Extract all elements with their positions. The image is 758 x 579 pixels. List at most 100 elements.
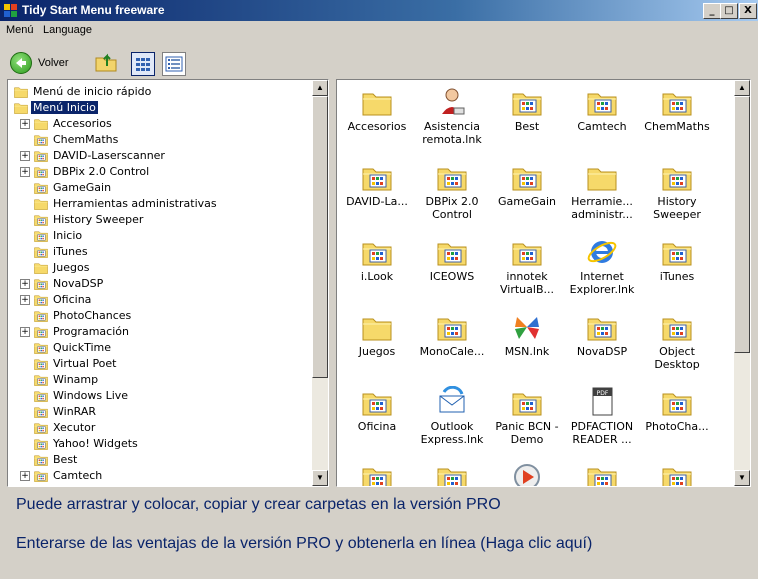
- icon-tile[interactable]: MonoCale...: [414, 307, 490, 382]
- tree-item-label: Menú de inicio rápido: [33, 85, 152, 98]
- icon-tile[interactable]: PDF PDFACTION READER ...: [564, 382, 640, 457]
- program-folder-icon: [512, 393, 542, 416]
- icon-tile-label: Best: [514, 120, 540, 133]
- icon-tile-label: History Sweeper: [653, 195, 701, 221]
- icon-tile[interactable]: ICEOWS: [414, 232, 490, 307]
- program-folder-icon: [587, 318, 617, 341]
- icon-tile[interactable]: iTunes: [639, 232, 715, 307]
- icon-tile[interactable]: DAVID-La...: [339, 157, 415, 232]
- program-folder-icon: [512, 243, 542, 266]
- folder-icon: [34, 199, 48, 210]
- icon-tile[interactable]: Juegos: [339, 307, 415, 382]
- minimize-button[interactable]: _: [703, 3, 721, 19]
- icon-tile-label: i.Look: [360, 270, 394, 283]
- icon-tile-label: iTunes: [659, 270, 695, 283]
- view-icons-button[interactable]: [131, 52, 155, 76]
- icon-tile[interactable]: Camtech: [564, 82, 640, 157]
- expand-icon[interactable]: +: [20, 295, 30, 305]
- menu-menu[interactable]: Menú: [6, 24, 34, 36]
- icon-tile[interactable]: PhotoCha...: [639, 382, 715, 457]
- program-folder-icon: [662, 468, 692, 486]
- icon-tile-label: ChemMaths: [644, 120, 710, 133]
- program-folder-icon: [437, 468, 467, 486]
- maximize-button[interactable]: □: [720, 3, 738, 19]
- remote-assistance-icon: [442, 88, 465, 115]
- program-folder-icon: [32, 484, 50, 487]
- msn-butterfly-icon: [515, 317, 539, 339]
- close-button[interactable]: X: [739, 3, 757, 19]
- program-folder-icon: [362, 168, 392, 191]
- icon-tile[interactable]: [639, 457, 715, 486]
- tree-item-label: QuickTime: [53, 341, 112, 354]
- icon-tile[interactable]: ChemMaths: [639, 82, 715, 157]
- tree-item-label: NovaDSP: [53, 277, 104, 290]
- folder-tree[interactable]: Menú de inicio rápido Menú Inicio + Accesor…: [7, 79, 329, 487]
- program-folder-icon: [34, 183, 48, 194]
- view-list-button[interactable]: [162, 52, 186, 76]
- tree-scroll-up-button[interactable]: ▲: [312, 80, 328, 96]
- icon-tile[interactable]: innotek VirtualB...: [489, 232, 565, 307]
- program-folder-icon: [34, 391, 48, 402]
- icon-tile[interactable]: [414, 457, 490, 486]
- tree-item-label: PhotoChances: [53, 309, 132, 322]
- icon-tile[interactable]: History Sweeper: [639, 157, 715, 232]
- icon-scroll-thumb[interactable]: [734, 96, 750, 353]
- icon-tile[interactable]: [339, 457, 415, 486]
- icon-tile[interactable]: Accesorios: [339, 82, 415, 157]
- tree-item-label: Menú Inicio: [31, 101, 98, 114]
- tree-item-label: Virtual Poet: [53, 357, 117, 370]
- folder-icon: [34, 119, 48, 130]
- icon-tile[interactable]: [489, 457, 565, 486]
- program-folder-icon: [34, 439, 48, 450]
- icon-tile-label: Herramie... administr...: [571, 195, 633, 221]
- icon-tile[interactable]: Panic BCN - Demo: [489, 382, 565, 457]
- expand-icon[interactable]: +: [20, 471, 30, 481]
- program-folder-icon: [662, 93, 692, 116]
- icon-tile[interactable]: NovaDSP: [564, 307, 640, 382]
- icon-tile[interactable]: GameGain: [489, 157, 565, 232]
- folder-icon: [362, 93, 392, 116]
- tree-scroll-thumb[interactable]: [312, 96, 328, 378]
- icon-tile[interactable]: [564, 457, 640, 486]
- program-folder-icon: [34, 375, 48, 386]
- expand-icon[interactable]: +: [20, 167, 30, 177]
- program-folder-icon: [34, 343, 48, 354]
- expand-icon[interactable]: +: [20, 151, 30, 161]
- icon-tile[interactable]: i.Look: [339, 232, 415, 307]
- icon-tile[interactable]: Herramie... administr...: [564, 157, 640, 232]
- icon-tile[interactable]: Outlook Express.lnk: [414, 382, 490, 457]
- expand-icon[interactable]: +: [20, 279, 30, 289]
- program-folder-icon: [362, 468, 392, 486]
- icon-tile-label: PhotoCha...: [645, 420, 709, 433]
- icon-tile-label: innotek VirtualB...: [500, 270, 554, 296]
- icon-tile[interactable]: MSN.lnk: [489, 307, 565, 382]
- program-folder-icon: [34, 359, 48, 370]
- icon-tile[interactable]: DBPix 2.0 Control: [414, 157, 490, 232]
- folder-up-icon[interactable]: [95, 52, 117, 72]
- icon-scrollbar[interactable]: ▲ ▼: [734, 80, 750, 486]
- icon-tile-label: Internet Explorer.lnk: [569, 270, 635, 296]
- pdf-document-icon: PDF: [592, 387, 613, 416]
- expand-icon[interactable]: +: [20, 327, 30, 337]
- icon-tile-label: Oficina: [357, 420, 397, 433]
- tree-scroll-down-button[interactable]: ▼: [312, 470, 328, 486]
- expand-icon[interactable]: +: [20, 119, 30, 129]
- program-folder-icon: [662, 318, 692, 341]
- icon-tile-label: GameGain: [497, 195, 557, 208]
- tree-item-label: WinRAR: [53, 405, 97, 418]
- tree-item-label: Xecutor: [53, 421, 96, 434]
- program-folder-icon: [34, 455, 48, 466]
- icon-tile[interactable]: Asistencia remota.lnk: [414, 82, 490, 157]
- icon-scroll-down-button[interactable]: ▼: [734, 470, 750, 486]
- menu-language[interactable]: Language: [43, 24, 92, 36]
- tree-scrollbar[interactable]: ▲ ▼: [312, 80, 328, 486]
- pro-info-link[interactable]: Enterarse de las ventajas de la versión …: [16, 535, 592, 553]
- icon-scroll-up-button[interactable]: ▲: [734, 80, 750, 96]
- icon-tile-label: Juegos: [358, 345, 396, 358]
- icon-tile[interactable]: Internet Explorer.lnk: [564, 232, 640, 307]
- icon-view[interactable]: Accesorios Asistencia remota.lnk Best Camte…: [336, 79, 751, 487]
- program-folder-icon: [662, 168, 692, 191]
- icon-tile[interactable]: Oficina: [339, 382, 415, 457]
- icon-tile[interactable]: Object Desktop: [639, 307, 715, 382]
- icon-tile[interactable]: Best: [489, 82, 565, 157]
